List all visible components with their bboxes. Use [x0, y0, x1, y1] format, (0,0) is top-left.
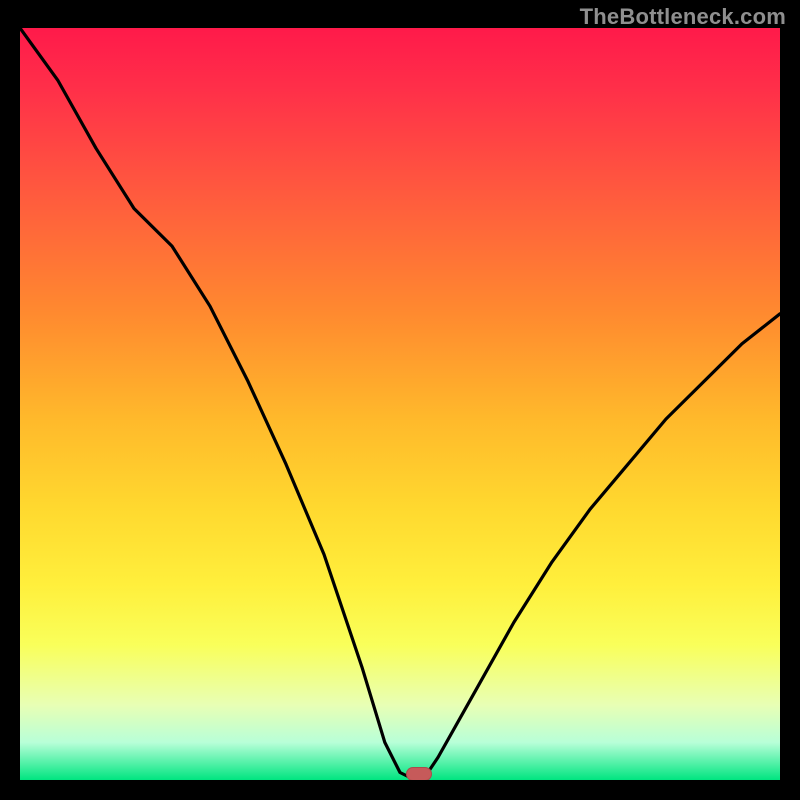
optimum-marker	[406, 767, 432, 780]
plot-area	[20, 28, 780, 780]
curve-path	[20, 28, 780, 780]
chart-frame: TheBottleneck.com	[0, 0, 800, 800]
bottleneck-curve	[20, 28, 780, 780]
watermark-label: TheBottleneck.com	[580, 4, 786, 30]
